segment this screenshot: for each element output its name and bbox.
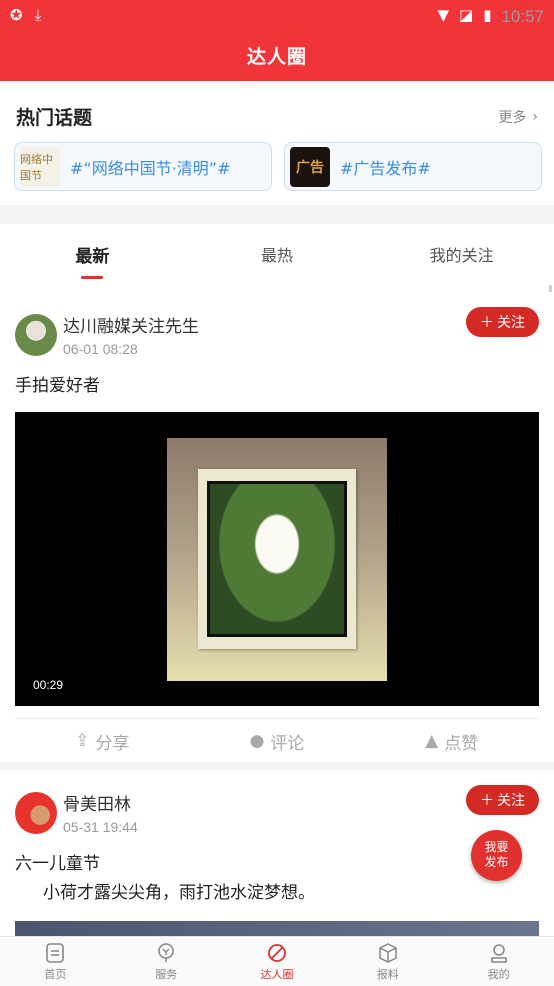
video-duration: 00:29 — [33, 678, 64, 692]
tab-following[interactable]: 我的关注 — [369, 224, 554, 292]
nav-mine[interactable]: 我的 — [443, 937, 554, 986]
tab-latest[interactable]: 最新 — [0, 224, 185, 292]
topic-chip-qingming[interactable]: 网络中国节 #“网络中国节·清明”# — [14, 142, 272, 191]
topic-label: #广告发布# — [340, 158, 431, 178]
follow-label: 关注 — [497, 315, 525, 331]
post-text-line2: 小荷才露尖尖角，雨打池水淀梦想。 — [43, 883, 315, 903]
follow-label: 关注 — [497, 793, 525, 809]
avatar[interactable] — [15, 791, 57, 834]
nav-home[interactable]: 首页 — [0, 937, 111, 986]
topic-thumbnail: 网络中国节 — [20, 146, 60, 187]
post-card: 达川融媒关注先生 06-01 08:28 ＋ 关注 手拍爱好者 00:29 ⇪ … — [0, 292, 554, 762]
no-sim-icon: ◪ — [459, 6, 474, 24]
bottom-nav: 首页 服务 达人圈 报料 我的 — [0, 936, 554, 986]
more-label: 更多 — [498, 109, 527, 126]
nav-talent-circle[interactable]: 达人圈 — [222, 937, 333, 986]
status-time: 10:57 — [501, 7, 544, 26]
avatar[interactable] — [15, 313, 57, 356]
more-link[interactable]: 更多 › — [498, 107, 538, 127]
nav-report-label: 报料 — [376, 968, 399, 981]
app-notification-icon: ✪ — [10, 6, 23, 24]
post-time: 06-01 08:28 — [63, 341, 138, 357]
photo-mat — [198, 469, 356, 649]
video-player[interactable]: 00:29 — [15, 412, 539, 706]
post-actions: ⇪ 分享 ● 评论 ▲ 点赞 — [15, 718, 539, 763]
plus-icon: ＋ — [480, 793, 494, 809]
magnolia-photo — [207, 481, 347, 637]
nav-mine-label: 我的 — [487, 968, 510, 981]
share-icon: ⇪ — [75, 731, 90, 751]
user-icon — [490, 944, 507, 963]
box-icon — [379, 943, 397, 963]
hot-topics-title: 热门话题 — [16, 107, 93, 129]
video-frame — [167, 438, 387, 681]
page-title: 达人圈 — [246, 46, 307, 68]
topic-label: #“网络中国节·清明”# — [70, 158, 231, 178]
topic-chip-advert[interactable]: 广告 #广告发布# — [284, 142, 542, 191]
author-name[interactable]: 达川融媒关注先生 — [63, 312, 199, 337]
hot-topics-section: 热门话题 更多 › 网络中国节 #“网络中国节·清明”# 广告 #广告发布# — [0, 81, 554, 205]
service-icon — [158, 943, 174, 962]
share-label: 分享 — [95, 733, 130, 754]
app-header: ✪ ⤓ ▼ ◪ ▮ 10:57 达人圈 — [0, 0, 554, 81]
publish-label-2: 发布 — [484, 855, 509, 869]
follow-button[interactable]: ＋ 关注 — [466, 785, 539, 815]
comment-icon: ● — [249, 731, 265, 751]
feed-list: 达川融媒关注先生 06-01 08:28 ＋ 关注 手拍爱好者 00:29 ⇪ … — [0, 292, 554, 950]
like-button[interactable]: ▲ 点赞 — [364, 729, 539, 754]
wifi-icon: ▼ — [437, 6, 449, 24]
nav-service-label: 服务 — [155, 968, 178, 981]
comment-label: 评论 — [270, 733, 305, 754]
comment-button[interactable]: ● 评论 — [190, 729, 365, 754]
follow-button[interactable]: ＋ 关注 — [466, 307, 539, 337]
author-name[interactable]: 骨美田林 — [63, 790, 138, 815]
tab-hottest[interactable]: 最热 — [185, 224, 370, 292]
publish-label-1: 我要 — [484, 840, 509, 854]
topic-thumbnail: 广告 — [290, 146, 330, 187]
plus-icon: ＋ — [480, 315, 494, 331]
nav-report[interactable]: 报料 — [332, 937, 443, 986]
thumbs-up-icon: ▲ — [425, 731, 439, 751]
nav-home-label: 首页 — [44, 968, 67, 981]
chevron-right-icon: › — [532, 108, 538, 125]
publish-button[interactable]: 我要 发布 — [471, 830, 522, 881]
post-text: 六一儿童节 — [15, 854, 100, 874]
compass-icon — [268, 944, 286, 962]
nav-service[interactable]: 服务 — [111, 937, 222, 986]
feed-tabs: 最新 最热 我的关注 — [0, 224, 554, 292]
battery-icon: ▮ — [483, 6, 492, 24]
nav-talent-circle-label: 达人圈 — [260, 968, 294, 981]
download-icon: ⤓ — [34, 6, 42, 24]
post-time: 05-31 19:44 — [63, 819, 138, 835]
status-bar: ✪ ⤓ ▼ ◪ ▮ 10:57 — [0, 0, 554, 30]
share-button[interactable]: ⇪ 分享 — [15, 729, 190, 754]
home-icon — [46, 943, 65, 963]
like-label: 点赞 — [444, 733, 479, 754]
post-text: 手拍爱好者 — [15, 376, 100, 396]
